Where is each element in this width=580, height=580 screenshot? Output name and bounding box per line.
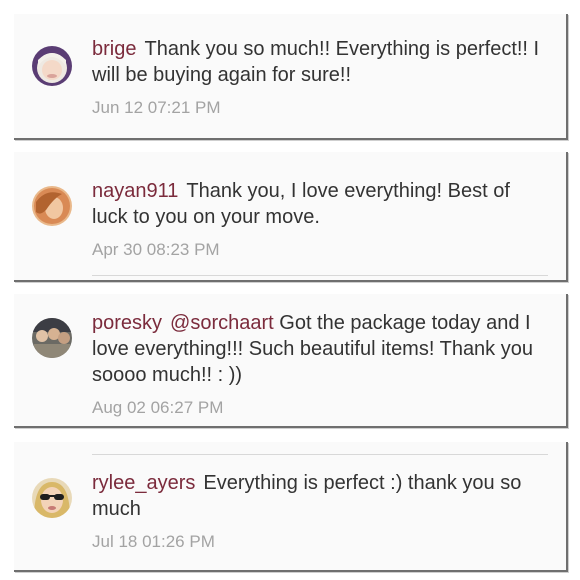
comment-body: poresky @sorchaart Got the package today … xyxy=(92,310,542,418)
comment-username[interactable]: rylee_ayers xyxy=(92,472,195,494)
user-avatar-redhead-icon xyxy=(32,186,72,226)
comment-username[interactable]: brige xyxy=(92,38,136,60)
user-avatar-sunglasses-icon xyxy=(32,478,72,518)
comment-card: rylee_ayers Everything is perfect :) than… xyxy=(14,442,568,572)
comment-message: rylee_ayers Everything is perfect :) than… xyxy=(92,470,542,522)
comment-card: nayan911 Thank you, I love everything! Be… xyxy=(14,152,568,282)
comment-timestamp: Apr 30 08:23 PM xyxy=(92,240,220,259)
comment-timestamp: Jul 18 01:26 PM xyxy=(92,532,215,551)
comment-mention[interactable]: @sorchaart xyxy=(170,312,274,334)
comment-card: poresky @sorchaart Got the package today … xyxy=(14,294,568,428)
comment-timestamp: Jun 12 07:21 PM xyxy=(92,98,221,117)
comment-timestamp: Aug 02 06:27 PM xyxy=(92,398,224,417)
user-avatar-blonde-icon xyxy=(32,46,72,86)
comment-body: nayan911 Thank you, I love everything! Be… xyxy=(92,178,542,260)
comment-body: brige Thank you so much!! Everything is p… xyxy=(92,36,542,118)
divider xyxy=(92,454,548,455)
divider xyxy=(92,275,548,276)
comment-card: brige Thank you so much!! Everything is p… xyxy=(14,14,568,140)
comment-message: nayan911 Thank you, I love everything! Be… xyxy=(92,178,542,230)
comment-message: poresky @sorchaart Got the package today … xyxy=(92,310,542,388)
user-avatar-group-icon xyxy=(32,318,72,358)
avatar[interactable] xyxy=(32,478,72,518)
comment-text: Thank you so much!! Everything is perfec… xyxy=(92,38,540,86)
avatar[interactable] xyxy=(32,46,72,86)
comments-feed: brige Thank you so much!! Everything is p… xyxy=(0,0,580,580)
comment-username[interactable]: nayan911 xyxy=(92,180,178,202)
avatar[interactable] xyxy=(32,186,72,226)
comment-message: brige Thank you so much!! Everything is p… xyxy=(92,36,542,88)
comment-username[interactable]: poresky xyxy=(92,312,162,334)
avatar[interactable] xyxy=(32,318,72,358)
comment-body: rylee_ayers Everything is perfect :) than… xyxy=(92,470,542,552)
